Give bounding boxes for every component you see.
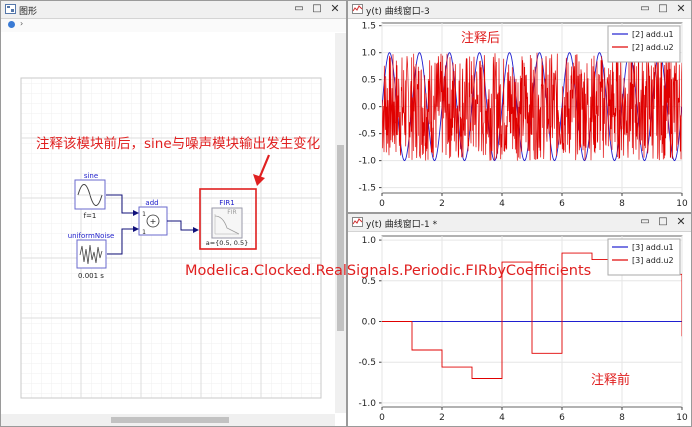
sine-block-param: f=1: [84, 212, 97, 220]
add-block-name: add: [145, 199, 158, 207]
x-tick-label: 6: [559, 199, 565, 209]
diagram-annotation: 注释该模块前后，sine与噪声模块输出发生变化: [36, 136, 321, 152]
horizontal-scrollbar[interactable]: [1, 414, 335, 426]
add-block-op: +: [150, 217, 157, 226]
y-tick-label: -0.5: [358, 358, 376, 368]
noise-block[interactable]: [76, 239, 107, 269]
plot-top-title: y(t) 曲线窗口-3: [366, 7, 430, 17]
maximize-button[interactable]: □: [656, 2, 670, 16]
y-tick-label: 1.0: [362, 49, 377, 59]
horizontal-scroll-thumb[interactable]: [111, 417, 229, 423]
x-tick-label: 8: [619, 199, 625, 209]
x-tick-label: 0: [379, 199, 385, 209]
y-tick-label: -0.5: [358, 130, 376, 140]
x-tick-label: 10: [676, 413, 688, 423]
y-tick-label: 1.0: [362, 236, 377, 246]
class-path-annotation: Modelica.Clocked.RealSignals.Periodic.FI…: [185, 263, 592, 279]
x-tick-label: 4: [499, 413, 505, 423]
restore-button[interactable]: ▭: [638, 215, 652, 229]
plot-bottom-title: y(t) 曲线窗口-1 *: [366, 220, 438, 230]
vertical-scrollbar[interactable]: [335, 33, 346, 413]
x-tick-label: 6: [559, 413, 565, 423]
close-button[interactable]: ✕: [674, 215, 688, 229]
plot-window-icon: [352, 4, 363, 14]
plot-bottom-titlebar: y(t) 曲线窗口-1 * ▭ □ ✕: [348, 214, 691, 232]
x-tick-label: 4: [499, 199, 505, 209]
chevron-right-icon[interactable]: ›: [20, 19, 23, 28]
fir-block-icon-text: FIR: [227, 209, 236, 216]
fir-block-name: FIR1: [219, 199, 234, 207]
y-tick-label: 0.0: [362, 318, 377, 328]
x-tick-label: 10: [676, 199, 688, 209]
y-tick-label: 1.5: [362, 22, 376, 32]
diagram-window-icon: [5, 4, 16, 14]
legend-label: [3] add.u2: [632, 256, 674, 265]
add-block-in1: 1: [142, 211, 146, 218]
maximize-button[interactable]: □: [656, 215, 670, 229]
close-button[interactable]: ✕: [674, 2, 688, 16]
sine-block-name: sine: [84, 172, 98, 180]
restore-button[interactable]: ▭: [292, 2, 306, 16]
home-icon[interactable]: [8, 21, 15, 28]
y-tick-label: 0.5: [362, 76, 376, 86]
x-tick-label: 8: [619, 413, 625, 423]
sine-block[interactable]: [74, 179, 106, 210]
plot-window-bottom: y(t) 曲线窗口-1 * ▭ □ ✕ 1.0 0.5 0.0 -0.5 -1.0 0 2 4…: [347, 213, 692, 427]
y-tick-label: 0.0: [362, 103, 377, 113]
plot-bottom-chart: 1.00.50.0-0.5-1.00 2 4 6 8 10[3] add.u1[3] ad…: [358, 235, 688, 423]
close-button[interactable]: ✕: [328, 2, 342, 16]
plot-top-chart: 1.5 1.0 0.5 0.0 -0.5 -1.0 -1.50 2 4 6 8 10 [2] add.u…: [358, 22, 688, 209]
plot-top-titlebar: y(t) 曲线窗口-3 ▭ □ ✕: [348, 1, 691, 19]
legend-label: [2] add.u1: [632, 30, 674, 39]
noise-block-name: uniformNoise: [68, 232, 115, 240]
y-tick-label: -1.0: [358, 399, 376, 409]
plot-top-annotation: 注释后: [461, 31, 501, 46]
plot-bottom-annotation: 注释前: [591, 373, 631, 388]
diagram-canvas: sine f=1 uniformNoise 0.001 s add + 1 1: [1, 33, 334, 413]
add-block-in2: 1: [142, 229, 146, 236]
plot-window-icon: [352, 217, 363, 227]
diagram-toolbar: ›: [1, 19, 346, 32]
maximize-button[interactable]: □: [310, 2, 324, 16]
diagram-window-title: 图形: [19, 7, 38, 17]
diagram-window: 图形 ▭ □ ✕ › sine f=1 uniformNoise 0.001 s…: [0, 0, 347, 427]
legend-label: [2] add.u2: [632, 43, 674, 52]
y-tick-label: -1.0: [358, 157, 376, 167]
x-tick-label: 2: [439, 199, 445, 209]
diagram-titlebar: 图形 ▭ □ ✕: [1, 1, 346, 19]
fir-block-param: a={0.5, 0.5}: [206, 239, 249, 247]
restore-button[interactable]: ▭: [638, 2, 652, 16]
x-tick-label: 2: [439, 413, 445, 423]
x-tick-label: 0: [379, 413, 385, 423]
y-tick-label: -1.5: [358, 184, 376, 194]
vertical-scroll-thumb[interactable]: [337, 145, 344, 331]
legend-label: [3] add.u1: [632, 243, 674, 252]
plot-window-top: y(t) 曲线窗口-3 ▭ □ ✕ 1.5 1.0 0.5 0.0 -0.5 -1.0 -1…: [347, 0, 692, 213]
noise-block-param: 0.001 s: [78, 272, 104, 280]
